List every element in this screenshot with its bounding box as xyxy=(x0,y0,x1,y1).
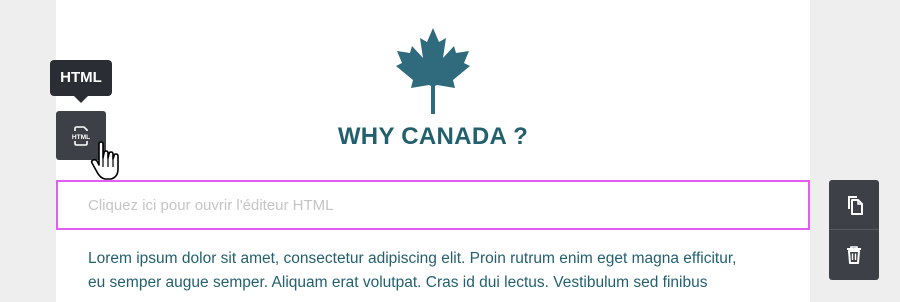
section-heading: WHY CANADA ? xyxy=(337,123,529,150)
hand-cursor-icon xyxy=(90,141,119,180)
body-paragraph: Lorem ipsum dolor sit amet, consectetur … xyxy=(88,247,788,295)
html-tooltip: HTML xyxy=(50,60,112,103)
block-actions-toolbar xyxy=(829,180,879,280)
html-editor-placeholder: Cliquez ici pour ouvrir l'éditeur HTML xyxy=(88,197,334,214)
paragraph-line: eu semper augue semper. Aliquam erat vol… xyxy=(88,274,708,291)
html-editor-block[interactable]: Cliquez ici pour ouvrir l'éditeur HTML xyxy=(56,180,810,230)
maple-leaf-icon xyxy=(396,28,470,114)
delete-button[interactable] xyxy=(829,230,879,279)
paragraph-line: Lorem ipsum dolor sit amet, consectetur … xyxy=(88,250,737,267)
html-icon-text: HTML xyxy=(72,133,90,140)
duplicate-button[interactable] xyxy=(829,180,879,229)
trash-icon xyxy=(847,245,861,264)
copy-icon xyxy=(848,195,863,215)
